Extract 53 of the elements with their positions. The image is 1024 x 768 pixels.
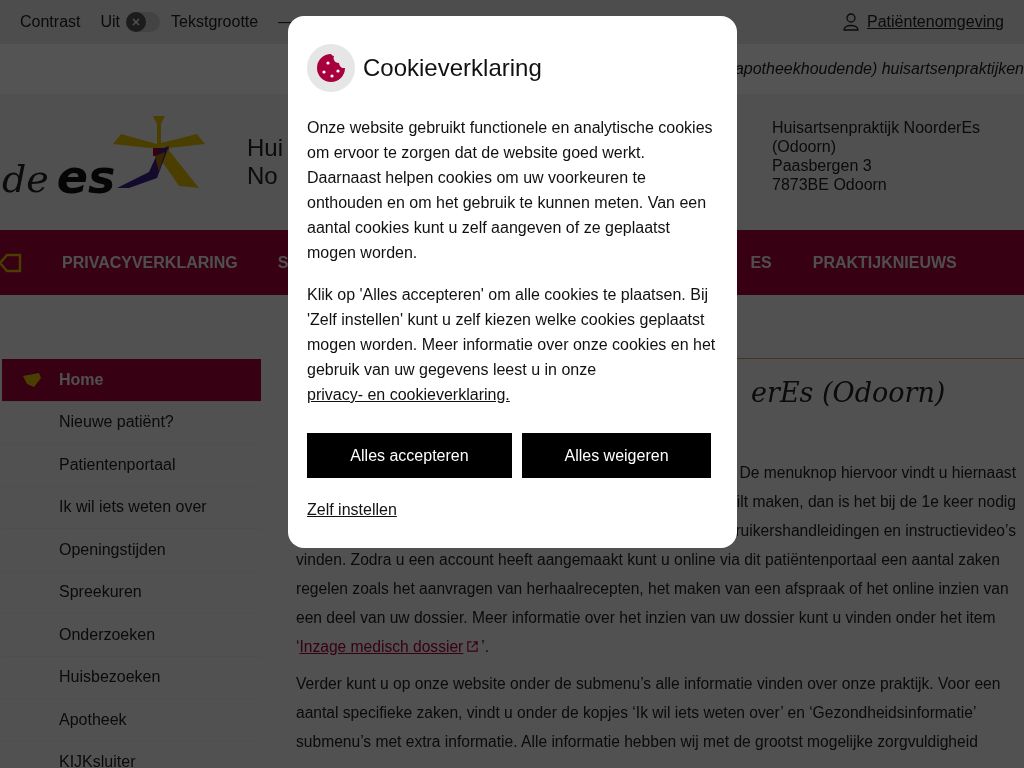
paragraph-line: ilt maken, dan is het bij de 1e keer nodig [736,493,1016,510]
sidebar-item[interactable]: Huisbezoeken [2,656,261,699]
sidebar-item[interactable]: Patientenportaal [2,444,261,487]
sidebar-item[interactable]: Nieuwe patiënt? [2,401,261,444]
quote-mark: ‘ [296,638,300,655]
back-arrow-icon[interactable] [0,252,22,273]
user-icon [843,13,859,31]
text-size-label: Tekstgrootte [171,13,259,31]
accept-all-button[interactable]: Alles accepteren [307,433,512,478]
sidebar-item[interactable]: Apotheek [2,699,261,742]
practice-name: No [247,162,279,190]
patient-portal-link[interactable]: Patiëntenomgeving [867,13,1004,31]
sidebar-item[interactable]: Openingstijden [2,529,261,572]
paragraph-line: een deel van uw dossier. Meer informatie over het inzien van uw dossier kunt u vinden onder het item [296,609,996,626]
paragraph-line: Verder kunt u op onze website onder de submenu’s alle informatie vinden over onze praktijk. Voor een [296,675,1001,692]
address-line: 7873BE Odoorn [772,175,888,194]
dialog-text: Klik op 'Alles accepteren' om alle cookies te plaatsen. Bij 'Zelf instellen' kunt u zelf kiezen welke cookies geplaatst mogen worden. Meer informatie over onze cookies en het gebruik van uw gegevens leest u in onze privacy- en cookieverklaring. [307,285,717,405]
paragraph-line: De menuknop hiervoor vindt u hiernaast [739,464,1016,481]
external-link-icon [466,640,480,653]
paragraph-line: regelen zoals het aanvragen van herhaalrecepten, het maken van een afspraak of het online inzien van [296,580,1009,597]
address-line: Paasbergen 3 [772,156,873,175]
contrast-label: Contrast [20,13,81,31]
reject-all-button[interactable]: Alles weigeren [522,433,711,478]
sidebar-item[interactable]: Spreekuren [2,571,261,614]
quote-mark: ’. [481,638,490,655]
nav-link[interactable]: PRIVACYVERKLARING [62,253,238,272]
address-line: Huisartsenpraktijk NoorderEs [772,118,982,137]
dialog-title: Cookieverklaring [363,54,542,82]
paragraph-line: aantal specifieke zaken, vindt u onder de kopjes ‘Ik wil iets weten over’ en ‘Gezondheidsinformatie’ [296,704,977,721]
cookie-icon [307,44,355,92]
address-line: (Odoorn) [772,137,838,156]
sidebar-item[interactable]: Ik wil iets weten over [2,486,261,529]
nav-link[interactable]: PRAKTIJKNIEUWS [812,253,957,272]
leaf-icon [22,372,42,388]
contrast-toggle[interactable] [126,12,161,32]
sidebar-item[interactable]: Onderzoeken [2,614,261,657]
nav-link[interactable]: S [277,253,289,272]
paragraph-line: submenu’s met extra informatie. Alle informatie hebben wij met de grootst mogelijke zorgvuldigheid [296,733,978,750]
sidebar-item[interactable]: KIJKsluiter [2,741,261,768]
tagline: apotheekhoudende) huisartsenpraktijken [734,60,1024,78]
privacy-link[interactable]: privacy- en cookieverklaring. [307,386,510,403]
sidebar-item[interactable]: Home [2,359,261,402]
dialog-text: Onze website gebruikt functionele en analytische cookies om ervoor te zorgen dat de website goed werkt. Daarnaast helpen cookies om uw voorkeuren te onthouden en om het gebruik te kunnen meten. Van een aantal cookies kunt u zelf aangeven of ze geplaatst mogen worden. [307,118,714,263]
nav-link[interactable]: ES [750,253,772,272]
dossier-link[interactable]: Inzage medisch dossier [299,638,464,655]
page-heading: erEs (Odoorn) [751,376,947,410]
close-icon [131,17,142,27]
logo-word: es [56,154,116,202]
logo-word: de [2,160,49,202]
settings-link[interactable]: Zelf instellen [307,501,397,519]
practice-name: Hui [247,134,283,162]
paragraph-line: vinden. Zodra u een account heeft aangemaakt kunt u online via dit patiëntenportaal een aantal zaken [296,551,1000,568]
contrast-state: Uit [100,13,121,31]
